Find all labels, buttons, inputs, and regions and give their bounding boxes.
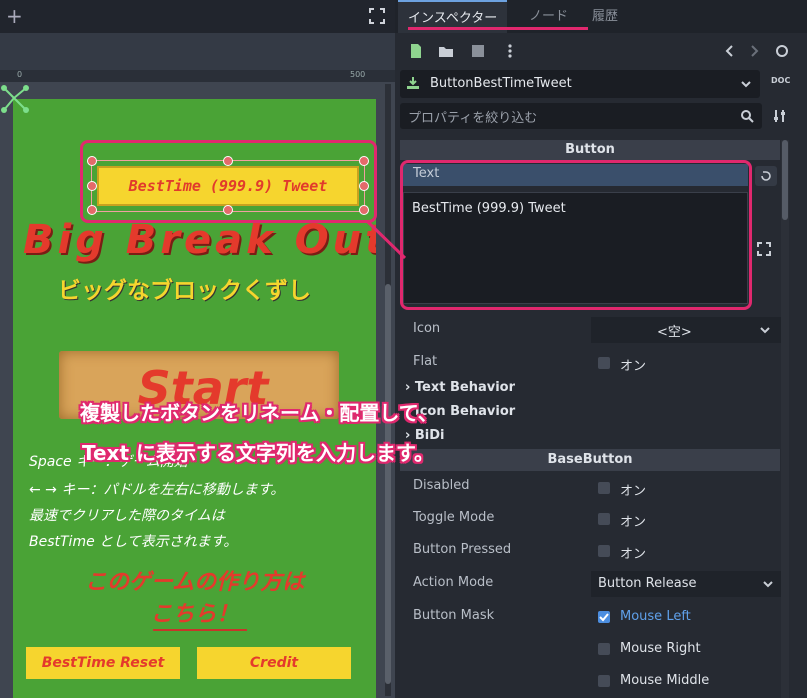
icon-label: Icon	[413, 321, 441, 336]
history-back-icon[interactable]	[721, 42, 739, 60]
instruction-line: ← → キー：パドルを左右に移動します。	[29, 482, 285, 498]
new-resource-icon[interactable]	[407, 42, 425, 60]
tab-history[interactable]: 履歴	[582, 0, 628, 33]
object-history-icon[interactable]	[773, 42, 791, 60]
callout-box-text	[400, 160, 752, 310]
group-text-behavior-label: Text Behavior	[414, 380, 515, 395]
node-selector[interactable]: ButtonBestTimeTweet	[400, 70, 760, 98]
doc-icon[interactable]: DOC	[771, 76, 790, 85]
disabled-on-label: オン	[620, 484, 647, 499]
editor-subtoolbar	[0, 33, 395, 70]
chevron-down-icon[interactable]	[762, 578, 774, 590]
property-filter[interactable]: プロパティを絞り込む	[400, 103, 762, 129]
ruler-mark-500: 500	[350, 70, 366, 79]
howto-link-line1[interactable]: このゲームの作り方は	[13, 564, 376, 596]
flat-checkbox[interactable]	[598, 357, 610, 369]
mouse-left-label: Mouse Left	[620, 609, 691, 624]
inspector-panel: インスペクター ノード 履歴 ButtonBestTimeTweet DOC プ…	[395, 0, 807, 698]
mouse-right-label: Mouse Right	[620, 641, 701, 656]
action-mode-label: Action Mode	[413, 575, 494, 590]
instruction-line: 最速でクリアした際のタイムは	[29, 508, 225, 524]
game-title: Big Break Out	[23, 217, 376, 263]
chevron-down-icon[interactable]	[740, 78, 752, 90]
mouse-middle-label: Mouse Middle	[620, 673, 710, 688]
instruction-line: BestTime として表示されます。	[29, 534, 238, 550]
viewport-scrollbar[interactable]	[385, 84, 391, 696]
mouse-left-checkbox[interactable]	[598, 611, 610, 623]
flat-on-label: オン	[620, 359, 647, 374]
icon-value: <空>	[657, 325, 692, 340]
section-basebutton-label: BaseButton	[547, 452, 633, 467]
callout-box-button	[80, 140, 377, 223]
save-icon[interactable]	[469, 42, 487, 60]
callout-underline	[408, 27, 588, 30]
expand-editor-icon[interactable]	[757, 242, 771, 256]
inspector-scrollbar[interactable]	[781, 140, 789, 698]
button-pressed-checkbox[interactable]	[598, 545, 610, 557]
button-pressed-label: Button Pressed	[413, 542, 512, 557]
game-subtitle: ビッグなブロックくずし	[58, 278, 311, 304]
toggle-mode-checkbox[interactable]	[598, 513, 610, 525]
mouse-right-checkbox[interactable]	[598, 643, 610, 655]
more-options-icon[interactable]	[501, 42, 519, 60]
scrollbar-thumb[interactable]	[385, 284, 391, 684]
action-mode-value: Button Release	[598, 576, 697, 591]
caption-line1: 複製したボタンをリネーム・配置して、	[80, 401, 438, 425]
flat-label: Flat	[413, 354, 438, 369]
disabled-checkbox[interactable]	[598, 482, 610, 494]
fullscreen-icon[interactable]	[369, 8, 385, 24]
ruler-mark-0: 0	[17, 70, 23, 79]
section-basebutton[interactable]: BaseButton	[400, 449, 780, 471]
button-mask-label: Button Mask	[413, 608, 495, 623]
search-icon	[741, 110, 754, 123]
chevron-down-icon[interactable]	[759, 324, 771, 336]
credit-button[interactable]: Credit	[197, 647, 351, 679]
button-node-icon	[407, 77, 419, 89]
mouse-middle-checkbox[interactable]	[598, 675, 610, 687]
toggle-mode-label: Toggle Mode	[413, 510, 495, 525]
editor-toolbar: +	[0, 0, 395, 33]
filter-input[interactable]: プロパティを絞り込む	[408, 107, 537, 126]
history-forward-icon[interactable]	[745, 42, 763, 60]
group-text-behavior[interactable]: › Text Behavior	[405, 380, 515, 395]
revert-icon[interactable]	[755, 166, 777, 186]
origin-gizmo-icon	[1, 85, 29, 113]
howto-underline	[153, 629, 247, 631]
open-folder-icon[interactable]	[437, 42, 455, 60]
button-pressed-on-label: オン	[620, 547, 647, 562]
node-name: ButtonBestTimeTweet	[430, 76, 572, 91]
section-button-label: Button	[565, 142, 615, 157]
disabled-label: Disabled	[413, 478, 470, 493]
section-button[interactable]: Button	[400, 140, 780, 160]
checkmark-icon	[599, 613, 609, 622]
best-time-reset-button[interactable]: BestTime Reset	[26, 647, 180, 679]
caption-line2: Text に表示する文字列を入力します。	[82, 441, 434, 465]
toggle-mode-on-label: オン	[620, 515, 647, 530]
add-icon[interactable]: +	[6, 4, 23, 28]
howto-link-line2[interactable]: こちら！	[13, 596, 376, 628]
scrollbar-thumb[interactable]	[782, 140, 788, 220]
inspector-toolbar	[395, 36, 807, 66]
filter-options-icon[interactable]	[772, 108, 788, 124]
